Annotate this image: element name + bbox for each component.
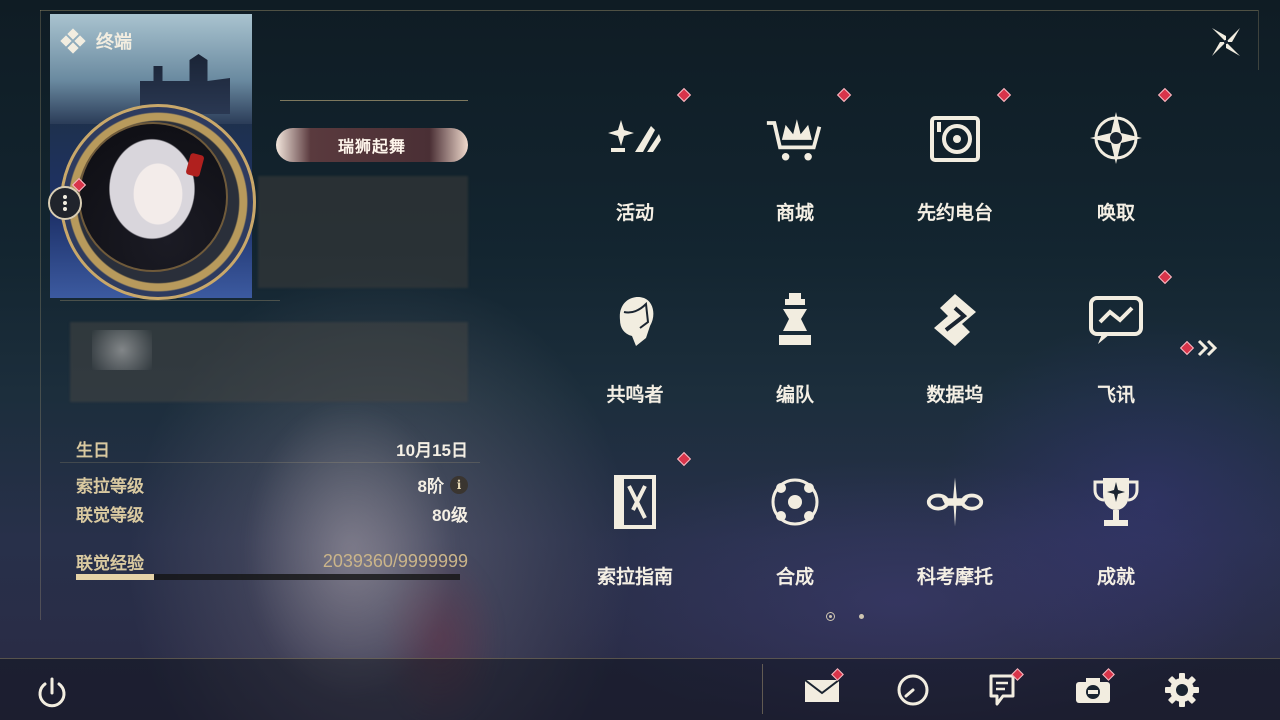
menu-item-character-head[interactable]: 共鸣者	[555, 264, 715, 444]
power-button[interactable]	[32, 673, 72, 713]
menu-item-label: 成就	[1096, 567, 1135, 588]
menu-item-chess-piece[interactable]: 编队	[715, 264, 875, 444]
menu-item-data-dock[interactable]: 数据坞	[875, 264, 1035, 444]
menu-item-label: 飞讯	[1096, 385, 1135, 406]
profile-more-button[interactable]	[48, 186, 82, 220]
card-divider	[60, 300, 280, 301]
menu-item-label: 合成	[775, 567, 814, 588]
stat-label: 联觉等级	[76, 506, 144, 525]
info-icon[interactable]: i	[450, 475, 468, 494]
obscured-glow	[92, 330, 152, 370]
notification-badge	[836, 87, 852, 103]
notification-badge	[1157, 269, 1173, 285]
avatar-bow	[185, 152, 205, 178]
close-button[interactable]	[1206, 22, 1246, 62]
diamond-cluster-icon	[60, 28, 86, 54]
title-badge[interactable]: 瑞狮起舞	[276, 128, 468, 162]
clock-button[interactable]	[893, 670, 933, 710]
trophy-icon	[1086, 472, 1146, 532]
stat-label: 生日	[76, 441, 110, 460]
menu-item-crown-cart[interactable]: 商城	[715, 82, 875, 262]
radio-record-icon	[925, 108, 985, 168]
data-dock-icon	[925, 290, 985, 350]
stat-value: 8阶	[417, 477, 444, 496]
clock-icon	[897, 674, 929, 706]
page-dot[interactable]	[859, 614, 864, 619]
stats-divider	[60, 462, 480, 463]
settings-gear-icon	[1165, 673, 1199, 707]
settings-button[interactable]	[1162, 670, 1202, 710]
double-chevron-right-icon	[1197, 339, 1218, 357]
notification-badge	[676, 87, 692, 103]
frame-line-right	[1258, 10, 1259, 70]
xp-progress-bar	[76, 574, 460, 580]
title-divider	[280, 100, 468, 101]
power-icon	[38, 677, 66, 708]
menu-item-label: 数据坞	[926, 385, 984, 406]
chess-piece-icon	[765, 290, 825, 350]
more-dots-icon	[63, 194, 67, 212]
bottom-bar-separator	[762, 664, 763, 714]
menu-item-label: 活动	[615, 203, 654, 224]
xp-progress-fill	[76, 574, 155, 580]
menu-item-label: 商城	[775, 203, 814, 224]
next-page-button[interactable]	[1179, 338, 1220, 358]
page-title-text: 终端	[96, 32, 132, 52]
obscured-name-panel	[258, 176, 468, 288]
menu-item-label: 编队	[775, 385, 814, 406]
character-head-icon	[605, 290, 665, 350]
stat-label: 联觉经验	[76, 554, 144, 573]
frame-line-left	[40, 10, 41, 620]
camera-button[interactable]	[1073, 668, 1115, 710]
guide-book-icon	[605, 472, 665, 532]
chat-bubble-icon	[1086, 290, 1146, 350]
avatar[interactable]	[78, 122, 228, 272]
menu-item-synthesis-orbit[interactable]: 合成	[715, 446, 875, 626]
stat-value-wrap: 8阶 i	[418, 472, 468, 497]
crown-cart-icon	[765, 108, 825, 168]
stat-sol-level: 索拉等级 8阶 i	[76, 472, 468, 497]
menu-item-guide-book[interactable]: 索拉指南	[555, 446, 715, 626]
synthesis-orbit-icon	[765, 472, 825, 532]
stat-value: 80级	[432, 506, 468, 525]
page-indicator	[826, 612, 864, 621]
menu-item-label: 索拉指南	[596, 567, 673, 588]
menu-item-label: 先约电台	[916, 203, 993, 224]
menu-item-label: 共鸣者	[606, 385, 664, 406]
menu-item-chat-bubble[interactable]: 飞讯	[1036, 264, 1196, 444]
title-badge-text: 瑞狮起舞	[337, 139, 406, 156]
notice-button[interactable]	[982, 668, 1024, 710]
stat-value: 2039360/9999999	[322, 551, 468, 571]
menu-item-label: 科考摩托	[916, 567, 993, 588]
compass-star-icon	[1086, 108, 1146, 168]
stat-union-exp: 联觉经验 2039360/9999999	[76, 549, 468, 574]
motorcycle-icon	[925, 472, 985, 532]
menu-item-radio-record[interactable]: 先约电台	[875, 82, 1035, 262]
next-page-badge	[1179, 340, 1195, 356]
stat-union-level: 联觉等级 80级	[76, 501, 468, 526]
page-dot-active[interactable]	[826, 612, 835, 621]
notification-badge	[996, 87, 1012, 103]
menu-item-motorcycle[interactable]: 科考摩托	[875, 446, 1035, 626]
notification-badge	[1157, 87, 1173, 103]
menu-item-trophy[interactable]: 成就	[1036, 446, 1196, 626]
frame-line-top	[40, 10, 1258, 11]
stat-label: 索拉等级	[76, 477, 144, 496]
menu-item-sparkle-events[interactable]: 活动	[555, 82, 715, 262]
sparkle-events-icon	[605, 108, 665, 168]
stat-value: 10月15日	[396, 441, 468, 460]
menu-item-label: 唤取	[1096, 203, 1135, 224]
stat-birthday: 生日 10月15日	[76, 436, 468, 461]
notification-badge	[676, 451, 692, 467]
mail-button[interactable]	[802, 668, 844, 710]
page-title: 终端	[60, 28, 132, 54]
menu-item-compass-star[interactable]: 唤取	[1036, 82, 1196, 262]
close-x-icon	[1212, 28, 1240, 56]
